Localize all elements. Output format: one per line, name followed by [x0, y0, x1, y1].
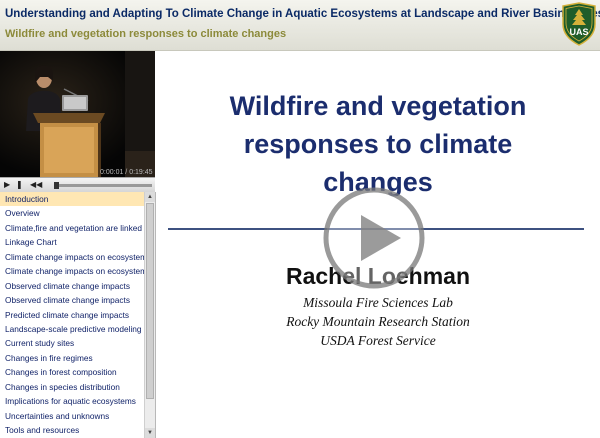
pause-icon[interactable]: ❚	[16, 179, 23, 191]
chapter-item[interactable]: Changes in forest composition	[0, 365, 144, 379]
scroll-up-icon[interactable]: ▲	[145, 192, 155, 202]
seek-bar[interactable]	[54, 182, 152, 189]
rewind-icon[interactable]: ◀◀	[30, 179, 42, 191]
chapter-item[interactable]: Observed climate change impacts	[0, 293, 144, 307]
chapter-list: Introduction Overview Climate,fire and veg…	[0, 192, 144, 437]
slide-title-line: Wildfire and vegetation	[229, 91, 527, 121]
chapter-item[interactable]: Changes in species distribution	[0, 380, 144, 394]
chapter-item[interactable]: Implications for aquatic ecosystems	[0, 394, 144, 408]
presenter-video-frame	[0, 51, 155, 177]
chapter-item[interactable]: Introduction	[0, 192, 144, 207]
chapter-item[interactable]: Current study sites	[0, 336, 144, 350]
chapter-item[interactable]: Predicted climate change impacts	[0, 308, 144, 322]
affiliation-line: USDA Forest Service	[320, 333, 436, 348]
chapter-item[interactable]: Climate change impacts on ecosystem	[0, 250, 144, 264]
seek-handle[interactable]	[54, 182, 59, 189]
chapter-item[interactable]: Climate change impacts on ecosystem	[0, 264, 144, 278]
chapter-item[interactable]: Overview	[0, 206, 144, 220]
scroll-thumb[interactable]	[146, 203, 154, 399]
play-icon[interactable]: ▶	[4, 179, 10, 191]
player-controls: ▶ ❚ ◀◀	[0, 177, 155, 193]
presenter-video[interactable]	[0, 51, 155, 177]
scroll-down-icon[interactable]: ▼	[145, 428, 155, 438]
affiliation-line: Rocky Mountain Research Station	[286, 314, 470, 329]
chapter-item[interactable]: Linkage Chart	[0, 235, 144, 249]
chapter-item[interactable]: Uncertainties and unknowns	[0, 409, 144, 423]
course-title: Understanding and Adapting To Climate Ch…	[5, 8, 600, 20]
header-bar: Understanding and Adapting To Climate Ch…	[0, 0, 600, 51]
chapter-item[interactable]: Climate,fire and vegetation are linked	[0, 221, 144, 235]
slide-title: Wildfire and vegetation responses to cli…	[156, 87, 600, 201]
slide-title-line: responses to climate	[243, 129, 513, 159]
logo-text: UAS	[569, 27, 588, 37]
chapter-item[interactable]: Tools and resources	[0, 423, 144, 437]
chapter-list-panel: Introduction Overview Climate,fire and veg…	[0, 192, 156, 438]
chapter-item[interactable]: Observed climate change impacts	[0, 279, 144, 293]
chapter-item[interactable]: Landscape-scale predictive modeling	[0, 322, 144, 336]
time-display: 0:00:01 / 0:19:45	[100, 169, 153, 176]
lecture-title: Wildfire and vegetation responses to cli…	[5, 28, 287, 40]
forest-service-shield-logo: UAS	[562, 2, 596, 46]
play-overlay-icon[interactable]	[321, 185, 427, 291]
chapter-item[interactable]: Changes in fire regimes	[0, 351, 144, 365]
chapter-scrollbar[interactable]: ▲ ▼	[144, 192, 155, 438]
affiliation-line: Missoula Fire Sciences Lab	[303, 295, 453, 310]
